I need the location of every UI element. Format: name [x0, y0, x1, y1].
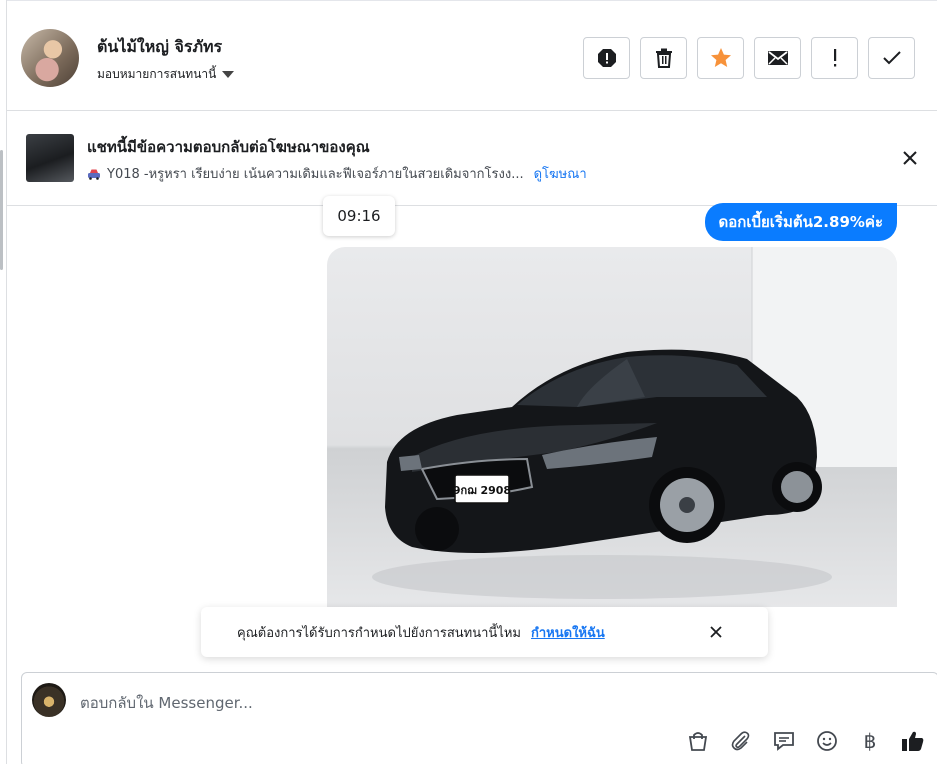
license-plate: 9กฌ 2908 — [453, 484, 511, 497]
composer-tools: ฿ — [685, 728, 926, 754]
shop-button[interactable] — [685, 728, 711, 754]
payment-button[interactable]: ฿ — [857, 728, 883, 754]
like-button[interactable] — [900, 728, 926, 754]
assign-dropdown[interactable]: มอบหมายการสนทนานี้ — [97, 65, 235, 84]
close-icon — [903, 151, 917, 165]
exclamation-icon — [833, 49, 836, 67]
reply-input[interactable]: ตอบกลับใน Messenger... — [80, 691, 253, 715]
message-timestamp: 09:16 — [323, 196, 395, 236]
star-button[interactable] — [697, 37, 744, 79]
assign-prompt: คุณต้องการได้รับการกำหนดไปยังการสนทนานี้… — [201, 607, 768, 657]
like-icon — [902, 731, 924, 751]
car-icon — [88, 169, 100, 180]
conversation-header: ต้นไม้ใหญ่ จิรภัทร มอบหมายการสนทนานี้ — [7, 0, 937, 111]
car-photo: 9กฌ 2908 — [372, 247, 897, 599]
assign-to-me-link[interactable]: กำหนดให้ฉัน — [531, 622, 605, 643]
message-composer[interactable]: ตอบกลับใน Messenger... ฿ — [21, 672, 937, 764]
follow-up-button[interactable] — [811, 37, 858, 79]
mail-icon — [767, 51, 788, 65]
close-icon — [710, 626, 722, 638]
saved-reply-button[interactable] — [771, 728, 797, 754]
shop-bag-icon — [688, 732, 708, 751]
paperclip-icon — [731, 731, 750, 751]
trash-icon — [655, 48, 672, 68]
close-assign-prompt-button[interactable] — [706, 622, 726, 642]
page-avatar — [32, 683, 66, 717]
avatar[interactable] — [21, 29, 79, 87]
outgoing-message[interactable]: ดอกเบี้ยเริ่มต้น2.89%ค่ะ — [704, 203, 897, 241]
ad-description-text: Y018 -หรูหรา เรียบง่าย เน้นความเดิมและฟี… — [107, 167, 524, 182]
contact-name[interactable]: ต้นไม้ใหญ่ จิรภัทร — [97, 35, 222, 60]
report-icon — [597, 49, 616, 67]
baht-icon: ฿ — [863, 729, 877, 753]
ad-banner-description: Y018 -หรูหรา เรียบง่าย เน้นความเดิมและฟี… — [87, 163, 587, 184]
emoji-button[interactable] — [814, 728, 840, 754]
view-ad-link[interactable]: ดูโฆษณา — [534, 163, 587, 184]
ad-banner-title: แชทนี้มีข้อความตอบกลับต่อโฆษณาของคุณ — [87, 138, 370, 156]
header-actions — [583, 37, 915, 79]
ad-thumbnail[interactable] — [26, 134, 74, 182]
star-icon — [710, 48, 731, 67]
resize-handle[interactable] — [0, 150, 3, 270]
report-button[interactable] — [583, 37, 630, 79]
close-banner-button[interactable] — [899, 147, 921, 169]
emoji-icon — [817, 731, 837, 751]
mark-unread-button[interactable] — [754, 37, 801, 79]
saved-reply-icon — [774, 732, 794, 751]
ad-reply-banner: แชทนี้มีข้อความตอบกลับต่อโฆษณาของคุณ Y01… — [7, 111, 937, 206]
assign-prompt-text: คุณต้องการได้รับการกำหนดไปยังการสนทนานี้… — [237, 625, 521, 641]
delete-button[interactable] — [640, 37, 687, 79]
attach-button[interactable] — [728, 728, 754, 754]
caret-down-icon — [222, 71, 235, 78]
assign-label: มอบหมายการสนทนานี้ — [97, 67, 217, 81]
mark-done-button[interactable] — [868, 37, 915, 79]
check-icon — [882, 51, 901, 65]
message-image[interactable]: 9กฌ 2908 — [327, 247, 897, 607]
